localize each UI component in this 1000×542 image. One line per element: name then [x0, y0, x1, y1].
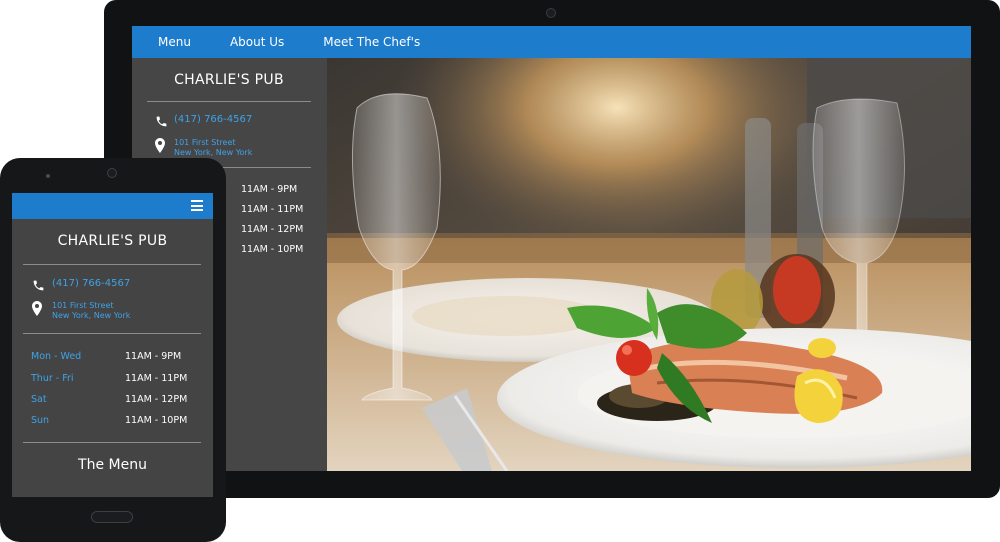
- nav-about-us[interactable]: About Us: [230, 35, 284, 49]
- desktop-screen: Menu About Us Meet The Chef's CHARLIE'S …: [132, 26, 971, 471]
- hours-row: Mon - Wed 11AM - 9PM: [31, 351, 181, 362]
- phone-icon: [155, 113, 169, 127]
- address: 101 First Street New York, New York: [52, 301, 130, 321]
- nav-menu[interactable]: Menu: [158, 35, 191, 49]
- hours-day: Thur - Fri: [31, 373, 74, 384]
- hours-row: Sun 11AM - 10PM: [31, 415, 187, 426]
- phone-link[interactable]: (417) 766-4567: [174, 113, 252, 126]
- phone-row[interactable]: (417) 766-4567: [32, 277, 130, 291]
- top-navigation: Menu About Us Meet The Chef's: [132, 26, 971, 58]
- address: 101 First Street New York, New York: [174, 138, 252, 158]
- hours-row: 11AM - 11PM: [241, 204, 303, 215]
- hours-time: 11AM - 11PM: [241, 204, 304, 215]
- tablet-device: CHARLIE'S PUB (417) 766-4567 101 First S…: [0, 158, 226, 542]
- hours-time: 11AM - 9PM: [241, 184, 298, 195]
- camera-icon: [107, 168, 117, 178]
- camera-icon: [546, 8, 556, 18]
- address-line-2: New York, New York: [174, 148, 253, 157]
- address-row: 101 First Street New York, New York: [155, 138, 252, 158]
- nav-meet-the-chefs[interactable]: Meet The Chef's: [323, 35, 420, 49]
- map-pin-icon: [155, 138, 167, 154]
- hours-time: 11AM - 11PM: [125, 373, 188, 384]
- hours-time: 11AM - 12PM: [241, 224, 304, 235]
- divider: [23, 264, 201, 265]
- address-line-2: New York, New York: [52, 311, 131, 320]
- tablet-screen: CHARLIE'S PUB (417) 766-4567 101 First S…: [12, 193, 213, 497]
- address-line-1: 101 First Street: [52, 301, 114, 310]
- mobile-nav-bar: [12, 193, 213, 219]
- hours-time: 11AM - 10PM: [125, 415, 188, 426]
- hero-image: [327, 58, 971, 471]
- address-row: 101 First Street New York, New York: [32, 301, 130, 321]
- hours-day: Mon - Wed: [31, 351, 82, 362]
- sensor-dot: [46, 174, 50, 178]
- menu-heading: The Menu: [78, 457, 147, 473]
- hours-row: 11AM - 12PM: [241, 224, 303, 235]
- phone-icon: [32, 277, 46, 291]
- desktop-monitor: Menu About Us Meet The Chef's CHARLIE'S …: [104, 0, 1000, 498]
- hours-row: 11AM - 9PM: [241, 184, 297, 195]
- site-title: CHARLIE'S PUB: [174, 72, 284, 88]
- address-line-1: 101 First Street: [174, 138, 236, 147]
- hours-row: Sat 11AM - 12PM: [31, 394, 187, 405]
- phone-link[interactable]: (417) 766-4567: [52, 277, 130, 290]
- map-pin-icon: [32, 301, 44, 317]
- hours-row: 11AM - 10PM: [241, 244, 303, 255]
- divider: [23, 333, 201, 334]
- hours-time: 11AM - 12PM: [125, 394, 188, 405]
- hours-time: 11AM - 9PM: [125, 351, 182, 362]
- hours-day: Sat: [31, 394, 47, 405]
- site-title: CHARLIE'S PUB: [57, 233, 168, 249]
- hamburger-menu-icon[interactable]: [191, 200, 203, 211]
- hours-day: Sun: [31, 415, 50, 426]
- divider: [23, 442, 201, 443]
- phone-row[interactable]: (417) 766-4567: [155, 113, 252, 127]
- hours-time: 11AM - 10PM: [241, 244, 304, 255]
- home-button[interactable]: [91, 511, 133, 523]
- divider: [147, 101, 311, 102]
- hours-row: Thur - Fri 11AM - 11PM: [31, 373, 187, 384]
